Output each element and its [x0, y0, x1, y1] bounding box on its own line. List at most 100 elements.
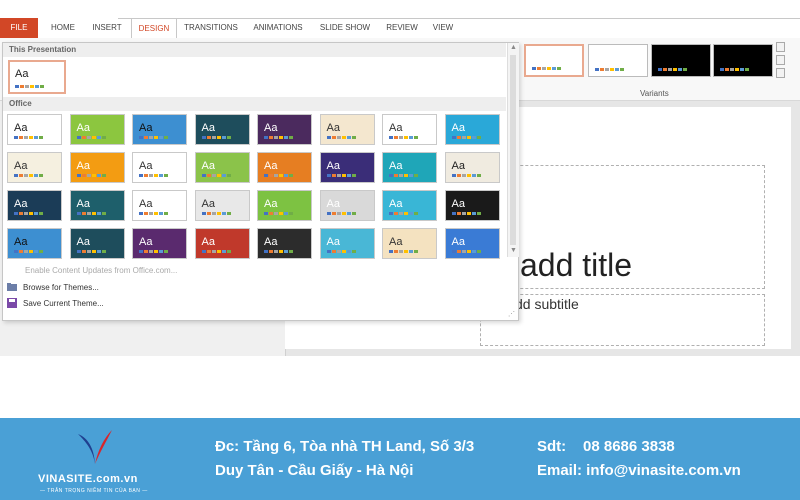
variants-scroll-up-button[interactable]	[776, 42, 785, 52]
tab-file[interactable]: FILE	[0, 18, 38, 38]
theme-sample-text: Aa	[201, 198, 215, 210]
theme-thumbnail[interactable]: Aa	[257, 152, 312, 183]
current-theme-thumbnail[interactable]: Aa	[8, 60, 66, 94]
tab-insert[interactable]: INSERT	[86, 18, 128, 38]
theme-color-strip	[326, 212, 356, 215]
theme-thumbnail[interactable]: Aa	[194, 228, 250, 259]
tab-slide-show[interactable]: SLIDE SHOW	[316, 18, 374, 38]
gallery-scrollbar[interactable]: ▲ ▼	[507, 43, 519, 257]
theme-thumbnail[interactable]: Aa	[132, 152, 187, 183]
theme-color-strip	[14, 212, 43, 215]
save-current-theme-item[interactable]: Save Current Theme...	[7, 298, 104, 308]
theme-thumbnail[interactable]: Aa	[319, 190, 375, 221]
tab-review[interactable]: REVIEW	[382, 18, 422, 38]
scroll-down-icon[interactable]: ▼	[510, 247, 517, 254]
gallery-scroll-thumb[interactable]	[510, 55, 516, 245]
theme-color-strip	[264, 250, 293, 253]
theme-color-strip	[139, 212, 168, 215]
email-line: Email: info@vinasite.com.vn	[537, 462, 741, 479]
variants-more-button[interactable]	[776, 68, 785, 78]
theme-thumbnail[interactable]: Aa	[319, 114, 375, 145]
tab-view[interactable]: VIEW	[428, 18, 458, 38]
theme-color-strip	[139, 174, 168, 177]
theme-thumbnail[interactable]: Aa	[257, 228, 312, 259]
save-icon	[7, 298, 17, 308]
folder-icon	[7, 282, 17, 292]
theme-thumbnail[interactable]: Aa	[194, 152, 250, 183]
theme-thumbnail[interactable]: Aa	[69, 152, 125, 183]
browse-for-themes-label: Browse for Themes...	[23, 282, 99, 292]
theme-thumbnail[interactable]: Aa	[194, 114, 250, 145]
theme-color-strip	[451, 212, 481, 215]
theme-sample-text: Aa	[201, 160, 215, 172]
tab-design[interactable]: DESIGN	[131, 18, 177, 39]
theme-sample-text: Aa	[264, 160, 278, 172]
theme-thumbnail[interactable]: Aa	[444, 152, 500, 183]
theme-color-strip	[451, 136, 481, 139]
theme-thumbnail[interactable]: Aa	[69, 228, 125, 259]
theme-color-strip	[139, 250, 168, 253]
footer-banner: VINASITE.com.vn — TRÂN TRỌNG NIỀM TIN CỦ…	[0, 418, 800, 500]
tab-transitions[interactable]: TRANSITIONS	[180, 18, 242, 38]
theme-thumbnail[interactable]: Aa	[382, 114, 437, 145]
theme-sample-text: Aa	[451, 122, 465, 134]
variant-1[interactable]	[524, 44, 584, 77]
theme-color-strip	[326, 174, 356, 177]
theme-thumbnail[interactable]: Aa	[257, 114, 312, 145]
variant-3[interactable]	[651, 44, 711, 77]
theme-color-strip	[326, 136, 356, 139]
tab-home[interactable]: HOME	[44, 18, 82, 38]
theme-sample-text: Aa	[264, 122, 278, 134]
variant-2[interactable]	[588, 44, 648, 77]
theme-thumbnail[interactable]: Aa	[382, 190, 437, 221]
theme-sample-text: Aa	[326, 236, 340, 248]
tab-animations[interactable]: ANIMATIONS	[248, 18, 308, 38]
theme-thumbnail[interactable]: Aa	[132, 228, 187, 259]
theme-sample-text: Aa	[76, 122, 90, 134]
theme-color-strip	[264, 212, 293, 215]
phone-label: Sdt:	[537, 438, 567, 455]
theme-sample-text: Aa	[14, 236, 28, 248]
theme-thumbnail[interactable]: Aa	[69, 114, 125, 145]
browse-for-themes-item[interactable]: Browse for Themes...	[7, 282, 99, 292]
theme-color-strip	[201, 250, 231, 253]
theme-color-strip	[76, 250, 106, 253]
theme-thumbnail[interactable]: Aa	[444, 190, 500, 221]
theme-thumbnail[interactable]: Aa	[257, 190, 312, 221]
theme-thumbnail[interactable]: Aa	[194, 190, 250, 221]
theme-thumbnail[interactable]: Aa	[444, 228, 500, 259]
theme-sample-text: Aa	[201, 122, 215, 134]
theme-sample-text: Aa	[326, 198, 340, 210]
theme-sample-text: Aa	[389, 236, 403, 248]
scroll-up-icon[interactable]: ▲	[510, 44, 517, 51]
theme-color-strip	[389, 174, 418, 177]
ribbon-tab-bar: FILE HOME INSERT DESIGN TRANSITIONS ANIM…	[0, 18, 800, 39]
theme-sample-text: Aa	[451, 236, 465, 248]
theme-thumbnail[interactable]: Aa	[7, 114, 62, 145]
theme-sample-text: Aa	[15, 68, 29, 80]
theme-thumbnail[interactable]: Aa	[69, 190, 125, 221]
theme-thumbnail[interactable]: Aa	[7, 228, 62, 259]
variants-group-label: Variants	[640, 89, 669, 98]
office-themes-header: Office	[3, 97, 506, 111]
theme-thumbnail[interactable]: Aa	[382, 152, 437, 183]
theme-thumbnail[interactable]: Aa	[382, 228, 437, 259]
theme-color-strip	[14, 174, 43, 177]
resize-grip-icon[interactable]: ⋰	[508, 310, 515, 318]
theme-sample-text: Aa	[389, 198, 403, 210]
theme-thumbnail[interactable]: Aa	[319, 152, 375, 183]
theme-color-strip	[451, 250, 481, 253]
theme-sample-text: Aa	[14, 198, 28, 210]
theme-sample-text: Aa	[139, 236, 153, 248]
variant-4[interactable]	[713, 44, 773, 77]
theme-color-strip	[76, 212, 106, 215]
theme-sample-text: Aa	[139, 122, 153, 134]
theme-thumbnail[interactable]: Aa	[319, 228, 375, 259]
theme-thumbnail[interactable]: Aa	[132, 190, 187, 221]
theme-thumbnail[interactable]: Aa	[7, 190, 62, 221]
phone-number: 08 8686 3838	[583, 438, 675, 455]
theme-thumbnail[interactable]: Aa	[7, 152, 62, 183]
theme-thumbnail[interactable]: Aa	[444, 114, 500, 145]
variants-scroll-down-button[interactable]	[776, 55, 785, 65]
theme-thumbnail[interactable]: Aa	[132, 114, 187, 145]
